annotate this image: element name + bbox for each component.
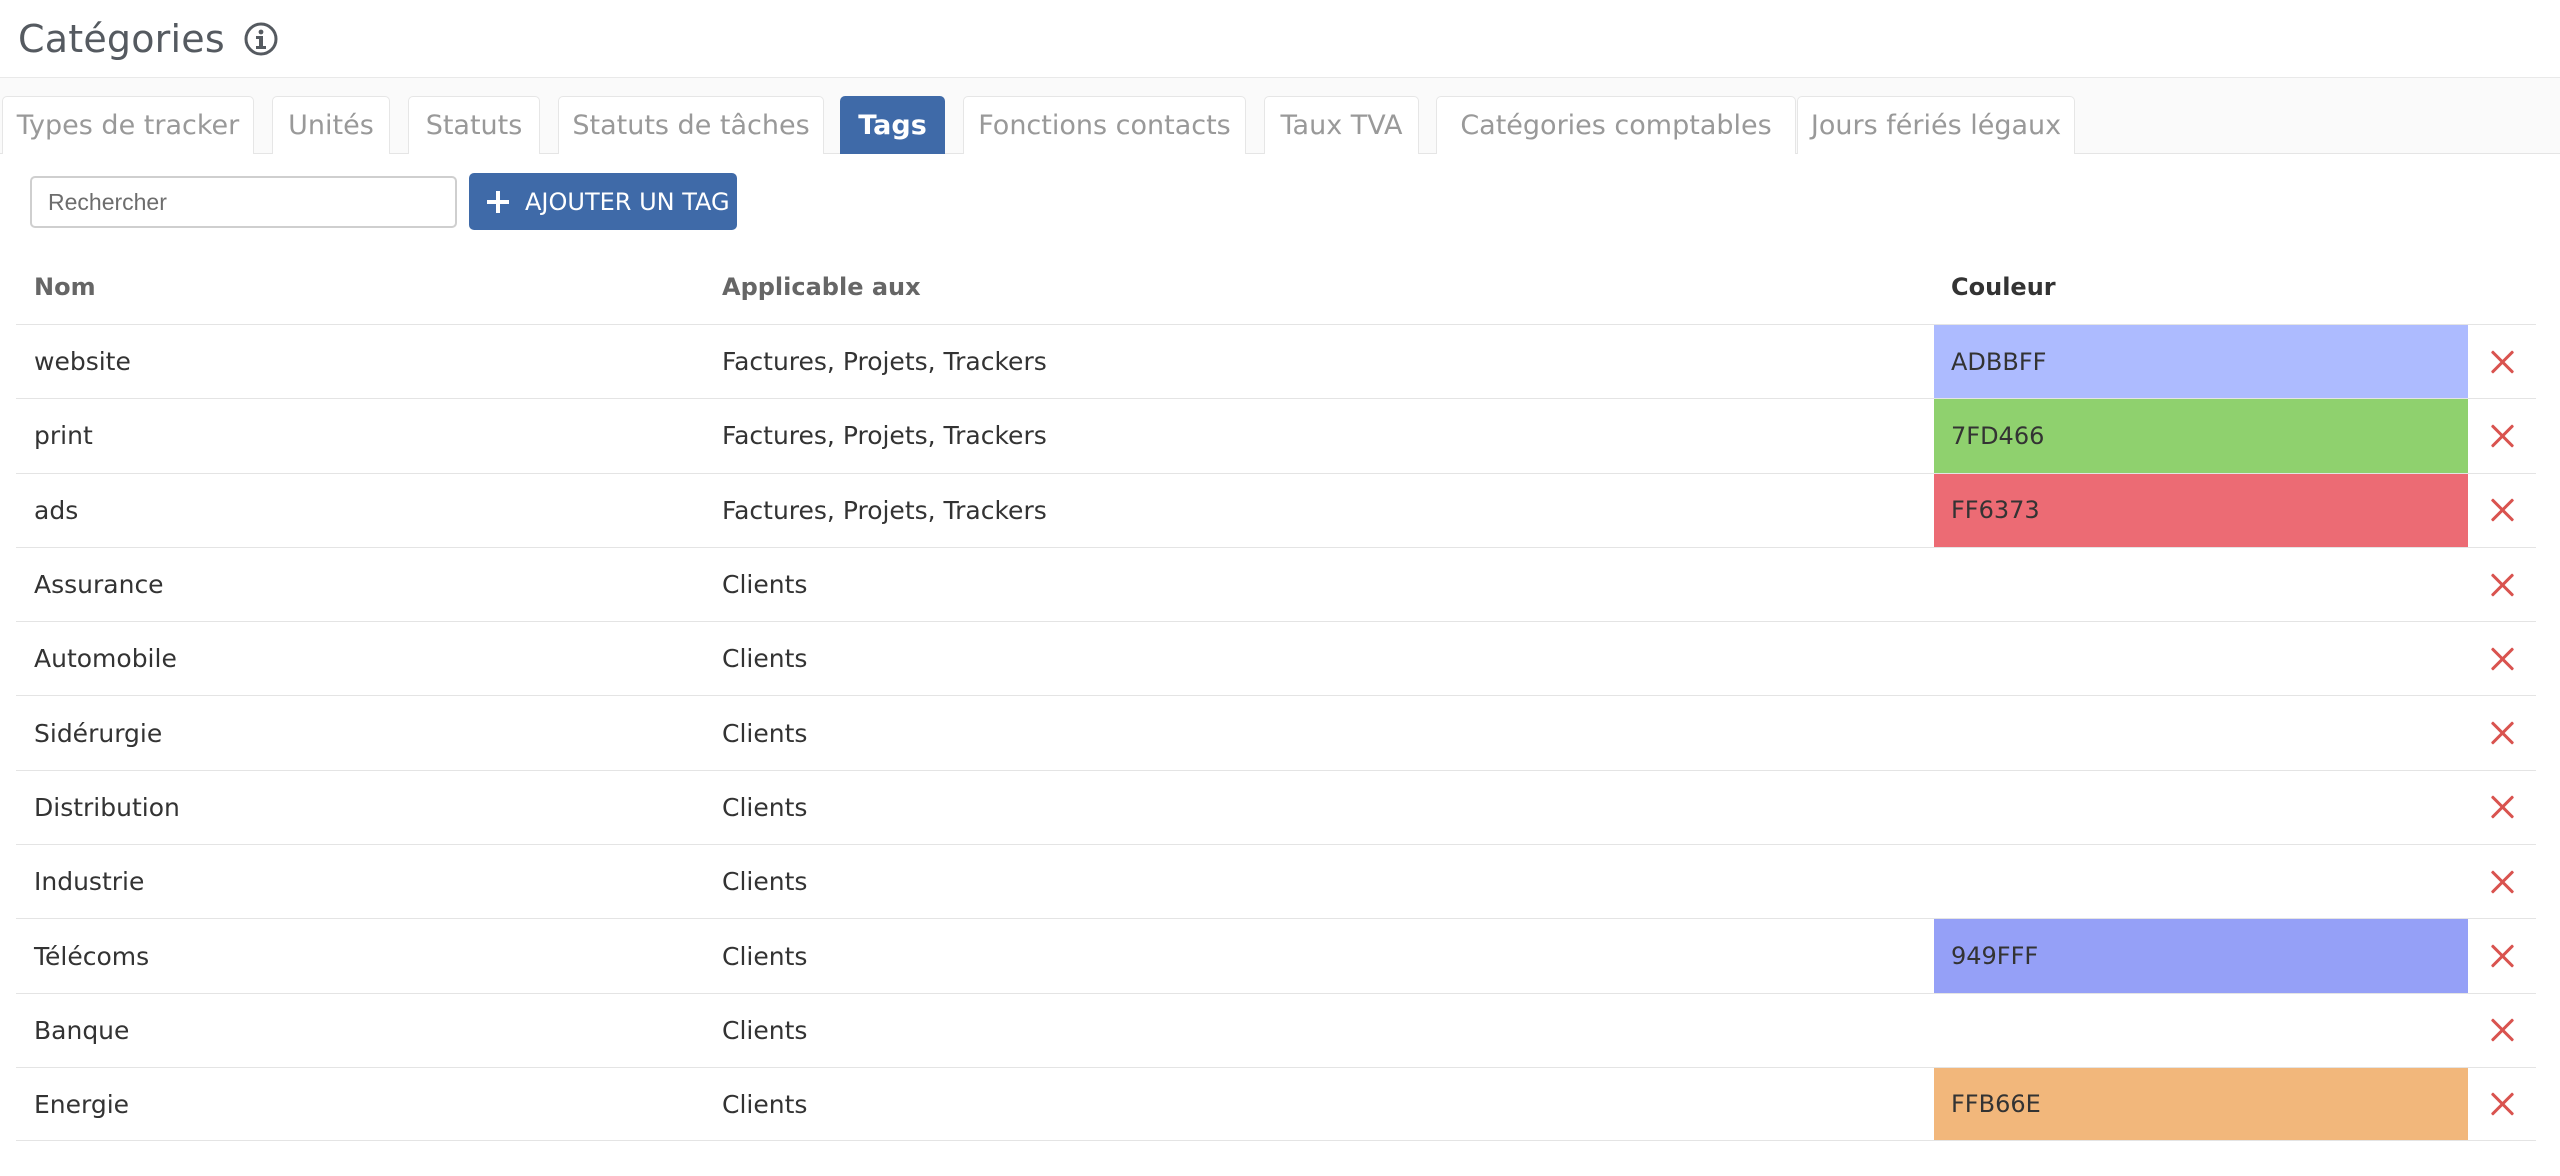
tag-applicable: Clients bbox=[722, 1015, 808, 1045]
page-title: Catégories bbox=[18, 16, 225, 61]
tag-applicable: Clients bbox=[722, 792, 808, 822]
add-tag-label: AJOUTER UN TAG bbox=[525, 187, 730, 216]
delete-button[interactable] bbox=[2468, 474, 2536, 547]
delete-button[interactable] bbox=[2468, 1068, 2536, 1140]
tab-types-de-tracker[interactable]: Types de tracker bbox=[2, 96, 254, 154]
table-row[interactable]: Télécoms Clients 949FFF bbox=[16, 918, 2536, 993]
tag-applicable: Factures, Projets, Trackers bbox=[722, 421, 1047, 451]
tag-name: website bbox=[34, 347, 131, 377]
close-icon bbox=[2490, 870, 2514, 894]
tag-applicable: Clients bbox=[722, 718, 808, 748]
tag-color: ADBBFF bbox=[1934, 325, 2468, 399]
delete-button[interactable] bbox=[2468, 325, 2536, 398]
tag-color: FFB66E bbox=[1934, 1067, 2468, 1141]
tag-applicable: Clients bbox=[722, 644, 808, 674]
info-circle-icon[interactable] bbox=[243, 21, 279, 57]
tag-name: Sidérurgie bbox=[34, 718, 163, 748]
tag-color bbox=[1934, 845, 2468, 918]
close-icon bbox=[2490, 1018, 2514, 1042]
tab-jours-feries-legaux[interactable]: Jours fériés légaux bbox=[1797, 96, 2075, 154]
tag-name: Industrie bbox=[34, 867, 145, 897]
tab-statuts-de-taches[interactable]: Statuts de tâches bbox=[558, 96, 824, 154]
tab-fonctions-contacts[interactable]: Fonctions contacts bbox=[963, 96, 1246, 154]
table-row[interactable]: ads Factures, Projets, Trackers FF6373 bbox=[16, 472, 2536, 547]
close-icon bbox=[2490, 350, 2514, 374]
tag-applicable: Clients bbox=[722, 570, 808, 600]
tag-color bbox=[1934, 622, 2468, 695]
header-couleur[interactable]: Couleur bbox=[1934, 273, 2468, 301]
tag-applicable: Clients bbox=[722, 867, 808, 897]
table-row[interactable]: print Factures, Projets, Trackers 7FD466 bbox=[16, 398, 2536, 473]
delete-button[interactable] bbox=[2468, 399, 2536, 472]
tag-name: Banque bbox=[34, 1015, 130, 1045]
table-row[interactable]: Automobile Clients bbox=[16, 621, 2536, 695]
page-header: Catégories bbox=[0, 0, 2560, 78]
tag-name: Distribution bbox=[34, 792, 180, 822]
delete-button[interactable] bbox=[2468, 622, 2536, 695]
tag-color bbox=[1934, 548, 2468, 621]
close-icon bbox=[2490, 647, 2514, 671]
tab-unites[interactable]: Unités bbox=[272, 96, 390, 154]
tag-color bbox=[1934, 994, 2468, 1067]
tag-applicable: Clients bbox=[722, 941, 808, 971]
close-icon bbox=[2490, 721, 2514, 745]
close-icon bbox=[2490, 424, 2514, 448]
tag-name: Energie bbox=[34, 1089, 130, 1119]
tab-categories-comptables[interactable]: Catégories comptables bbox=[1436, 96, 1796, 154]
tag-color bbox=[1934, 696, 2468, 769]
tab-bar: Types de tracker Unités Statuts Statuts … bbox=[0, 78, 2560, 154]
table-header: Nom Applicable aux Couleur bbox=[16, 250, 2536, 324]
header-nom[interactable]: Nom bbox=[16, 273, 720, 301]
tag-name: ads bbox=[34, 495, 79, 525]
tag-name: Assurance bbox=[34, 570, 164, 600]
table-row[interactable]: Distribution Clients bbox=[16, 769, 2536, 844]
table-row[interactable]: Banque Clients bbox=[16, 992, 2536, 1067]
table-row[interactable]: website Factures, Projets, Trackers ADBB… bbox=[16, 324, 2536, 399]
delete-button[interactable] bbox=[2468, 696, 2536, 769]
close-icon bbox=[2490, 795, 2514, 819]
tags-table: Nom Applicable aux Couleur website Factu… bbox=[16, 250, 2536, 1142]
delete-button[interactable] bbox=[2468, 548, 2536, 621]
toolbar: AJOUTER UN TAG bbox=[0, 154, 2560, 250]
tab-statuts[interactable]: Statuts bbox=[408, 96, 540, 154]
delete-button[interactable] bbox=[2468, 994, 2536, 1067]
tag-color: 949FFF bbox=[1934, 919, 2468, 993]
tag-color bbox=[1934, 771, 2468, 844]
tab-tags[interactable]: Tags bbox=[840, 96, 945, 154]
tab-taux-tva[interactable]: Taux TVA bbox=[1264, 96, 1419, 154]
table-row[interactable]: Energie Clients FFB66E bbox=[16, 1066, 2536, 1142]
close-icon bbox=[2490, 1092, 2514, 1116]
tag-applicable: Factures, Projets, Trackers bbox=[722, 495, 1047, 525]
tag-applicable: Clients bbox=[722, 1089, 808, 1119]
delete-button[interactable] bbox=[2468, 771, 2536, 844]
header-applicable[interactable]: Applicable aux bbox=[720, 273, 1934, 301]
tag-color: FF6373 bbox=[1934, 473, 2468, 547]
search-input[interactable] bbox=[30, 176, 457, 228]
tag-name: print bbox=[34, 421, 93, 451]
table-row[interactable]: Assurance Clients bbox=[16, 546, 2536, 621]
add-tag-button[interactable]: AJOUTER UN TAG bbox=[469, 173, 737, 230]
tag-color: 7FD466 bbox=[1934, 399, 2468, 473]
close-icon bbox=[2490, 573, 2514, 597]
delete-button[interactable] bbox=[2468, 919, 2536, 992]
table-row[interactable]: Sidérurgie Clients bbox=[16, 695, 2536, 769]
tag-name: Télécoms bbox=[34, 941, 150, 971]
close-icon bbox=[2490, 944, 2514, 968]
close-icon bbox=[2490, 498, 2514, 522]
delete-button[interactable] bbox=[2468, 845, 2536, 918]
tag-name: Automobile bbox=[34, 644, 177, 674]
tag-applicable: Factures, Projets, Trackers bbox=[722, 347, 1047, 377]
table-row[interactable]: Industrie Clients bbox=[16, 844, 2536, 918]
plus-icon bbox=[487, 190, 509, 213]
